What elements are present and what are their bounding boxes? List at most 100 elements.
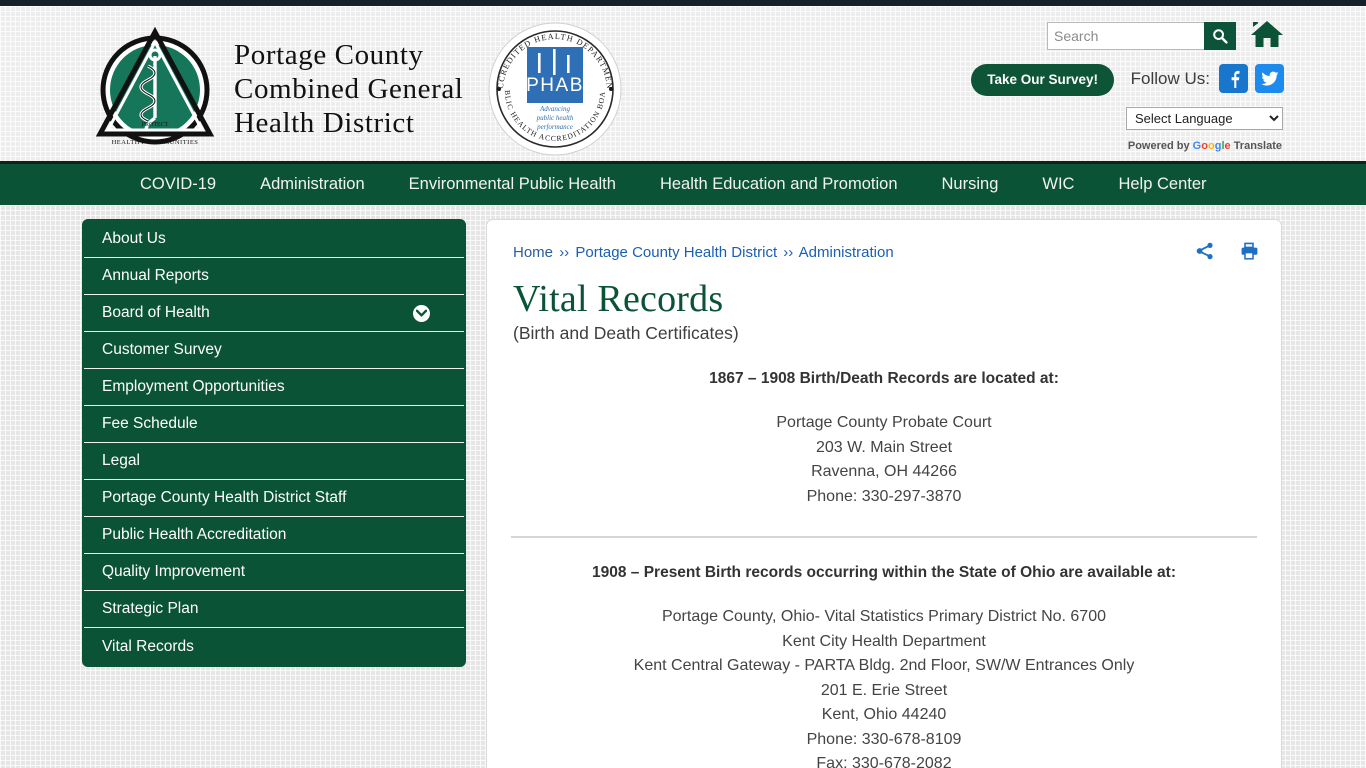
nav-item-health-education-and-promotion[interactable]: Health Education and Promotion: [660, 175, 898, 194]
nav-item-nursing[interactable]: Nursing: [942, 175, 999, 194]
print-button[interactable]: [1240, 242, 1259, 265]
sidebar-item-board-of-health[interactable]: Board of Health: [84, 295, 464, 332]
nav-item-wic[interactable]: WIC: [1042, 175, 1074, 194]
print-icon: [1241, 242, 1258, 260]
breadcrumb-portage-county-health-district[interactable]: Portage County Health District: [575, 244, 777, 261]
sidebar-item-label: Quality Improvement: [102, 563, 245, 580]
share-icon: [1196, 242, 1213, 260]
sidebar-item-label: Employment Opportunities: [102, 378, 285, 395]
twitter-link[interactable]: [1255, 64, 1284, 93]
page-subtitle: (Birth and Death Certificates): [513, 323, 739, 343]
search-form[interactable]: [1047, 22, 1236, 50]
take-survey-button[interactable]: Take Our Survey!: [971, 64, 1114, 96]
section-1-address: Portage County Probate Court 203 W. Main…: [511, 411, 1257, 509]
facebook-icon: [1231, 70, 1240, 88]
main-navigation: COVID-19 Administration Environmental Pu…: [0, 161, 1366, 205]
address-line: 201 E. Erie Street: [820, 681, 948, 699]
site-header: HEALTHY COMMUNITIES PROTECT Portage Coun…: [0, 6, 1366, 161]
home-icon: [1251, 21, 1283, 47]
brand-line-1: Portage County: [234, 39, 424, 71]
breadcrumb: Home ›› Portage County Health District ›…: [513, 244, 1257, 261]
address-line: Fax: 330-678-2082: [816, 755, 952, 768]
nav-item-covid-19[interactable]: COVID-19: [140, 175, 216, 194]
address-line: Kent City Health Department: [782, 632, 986, 650]
follow-us-label: Follow Us:: [1130, 68, 1210, 88]
language-select[interactable]: Select Language: [1126, 107, 1283, 130]
search-input[interactable]: [1047, 22, 1204, 50]
search-button[interactable]: [1204, 22, 1236, 50]
sidebar-item-label: Fee Schedule: [102, 415, 198, 432]
address-line: Phone: 330-678-8109: [806, 730, 962, 748]
share-button[interactable]: [1196, 242, 1214, 265]
facebook-link[interactable]: [1219, 64, 1248, 93]
svg-text:PROTECT: PROTECT: [142, 122, 169, 128]
section-1-heading: 1867 – 1908 Birth/Death Records are loca…: [709, 370, 1059, 387]
svg-text:public health: public health: [536, 114, 574, 122]
svg-text:HEALTHY COMMUNITIES: HEALTHY COMMUNITIES: [112, 139, 199, 146]
address-line: Kent, Ohio 44240: [821, 706, 947, 723]
sidebar-item-customer-survey[interactable]: Customer Survey: [84, 332, 464, 369]
search-icon: [1213, 29, 1228, 44]
section-2-heading: 1908 – Present Birth records occurring w…: [591, 564, 1176, 581]
powered-by-label: Powered by: [1127, 140, 1190, 152]
home-button[interactable]: [1250, 19, 1284, 54]
sidebar-item-quality-improvement[interactable]: Quality Improvement: [84, 554, 464, 591]
nav-item-help-center[interactable]: Help Center: [1118, 175, 1206, 194]
svg-text:performance: performance: [537, 123, 574, 131]
sidebar-item-label: Strategic Plan: [102, 600, 199, 617]
sidebar-item-employment-opportunities[interactable]: Employment Opportunities: [84, 369, 464, 406]
sidebar-item-label: Board of Health: [102, 304, 210, 321]
sidebar-item-label: Vital Records: [102, 637, 194, 655]
sidebar-item-label: Annual Reports: [102, 267, 209, 284]
sidebar-item-label: Customer Survey: [102, 341, 222, 358]
sidebar-item-label: About Us: [102, 230, 166, 247]
address-line: Portage County Probate Court: [776, 414, 992, 431]
google-wordmark: Google: [1192, 140, 1231, 152]
address-line: Phone: 330-297-3870: [806, 487, 962, 505]
page-title: Vital Records: [513, 278, 724, 320]
address-line: Kent Central Gateway - PARTA Bldg. 2nd F…: [633, 657, 1135, 674]
breadcrumb-home[interactable]: Home: [513, 244, 553, 261]
sidebar-item-fee-schedule[interactable]: Fee Schedule: [84, 406, 464, 443]
section-divider: [511, 536, 1257, 538]
records-section-1: 1867 – 1908 Birth/Death Records are loca…: [511, 370, 1257, 538]
sidebar-item-label: Public Health Accreditation: [102, 526, 287, 543]
sidebar-item-strategic-plan[interactable]: Strategic Plan: [84, 591, 464, 628]
brand-line-3: Health District: [234, 107, 415, 139]
records-section-2: 1908 – Present Birth records occurring w…: [511, 564, 1257, 768]
site-brand[interactable]: HEALTHY COMMUNITIES PROTECT Portage Coun…: [84, 18, 625, 160]
chevron-down-glyph: [416, 309, 427, 317]
address-line: 203 W. Main Street: [815, 438, 953, 456]
page-body: About Us Annual Reports Board of Health …: [0, 205, 1366, 768]
follow-us-group: Follow Us:: [1131, 64, 1284, 93]
sidebar-item-annual-reports[interactable]: Annual Reports: [84, 258, 464, 295]
address-line: Portage County, Ohio- Vital Statistics P…: [661, 608, 1106, 625]
chevron-down-icon[interactable]: [413, 304, 430, 322]
phab-seal-icon: PHAB Advancing public health performance…: [485, 19, 622, 156]
svg-text:PHAB: PHAB: [527, 75, 585, 96]
address-line: Ravenna, OH 44266: [811, 463, 957, 480]
content-tools: [1196, 242, 1259, 265]
powered-by-google-translate: Powered by Google Translate: [1128, 140, 1282, 152]
sidebar-item-portage-county-health-district-staff[interactable]: Portage County Health District Staff: [84, 480, 464, 517]
section-sidebar: About Us Annual Reports Board of Health …: [82, 219, 466, 667]
health-district-crest-icon: HEALTHY COMMUNITIES PROTECT: [95, 26, 215, 146]
svg-text:Advancing: Advancing: [539, 105, 570, 113]
brand-title: Portage County Combined General Health D…: [234, 38, 463, 140]
breadcrumb-administration[interactable]: Administration: [799, 244, 894, 261]
translate-label: Translate: [1233, 140, 1282, 152]
brand-line-2: Combined General: [234, 73, 464, 105]
sidebar-item-vital-records[interactable]: Vital Records: [84, 628, 464, 665]
header-utilities: Take Our Survey! Follow Us: Select Langu…: [946, 6, 1366, 161]
nav-item-administration[interactable]: Administration: [260, 175, 365, 194]
sidebar-item-label: Legal: [102, 452, 140, 469]
sidebar-item-about-us[interactable]: About Us: [84, 221, 464, 258]
sidebar-item-public-health-accreditation[interactable]: Public Health Accreditation: [84, 517, 464, 554]
breadcrumb-separator: ››: [783, 244, 794, 261]
twitter-icon: [1260, 71, 1278, 86]
breadcrumb-separator: ››: [559, 244, 570, 261]
sidebar-item-legal[interactable]: Legal: [84, 443, 464, 480]
main-content-panel: Home ›› Portage County Health District ›…: [486, 219, 1282, 768]
sidebar-item-label: Portage County Health District Staff: [102, 489, 347, 506]
nav-item-environmental-public-health[interactable]: Environmental Public Health: [409, 175, 616, 194]
